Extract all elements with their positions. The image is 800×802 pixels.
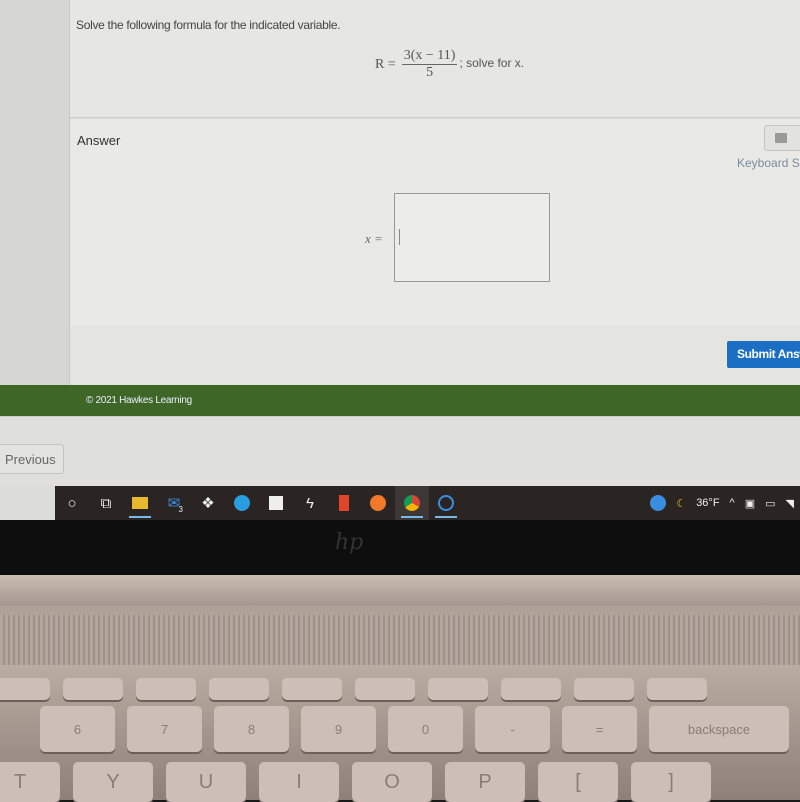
key[interactable]: ] — [631, 762, 711, 802]
mail-icon[interactable]: ✉ 3 — [157, 486, 191, 520]
formula-lhs: R = — [375, 56, 396, 72]
function-key[interactable] — [428, 678, 488, 700]
screen: Solve the following formula for the indi… — [0, 0, 800, 520]
key[interactable]: 0 — [388, 706, 463, 752]
network-icon[interactable]: ▣ — [745, 497, 755, 510]
cortana-icon[interactable]: ○ — [55, 486, 89, 520]
question-instruction: Solve the following formula for the indi… — [76, 18, 341, 32]
mute-icon[interactable]: ◥ — [786, 497, 794, 510]
task-view-icon[interactable]: ⧉ — [89, 486, 123, 520]
function-key[interactable] — [574, 678, 634, 700]
function-key[interactable] — [63, 678, 123, 700]
key[interactable]: U — [166, 762, 246, 802]
bolt-icon[interactable]: ϟ — [293, 486, 327, 520]
submit-strip — [70, 325, 800, 385]
help-icon[interactable] — [650, 495, 667, 511]
system-tray: ☾ 36°F ^ ▣ ▭ ◥ — [650, 495, 800, 511]
taskbar: ○ ⧉ ✉ 3 ❖ ϟ ☾ 36°F ^ ▣ ▭ ◥ — [55, 486, 800, 520]
variable-label: x = — [365, 231, 383, 246]
key[interactable]: P — [445, 762, 525, 802]
firefox-icon[interactable] — [361, 486, 395, 520]
function-key[interactable] — [355, 678, 415, 700]
answer-input[interactable] — [394, 193, 550, 282]
chrome-icon[interactable] — [395, 486, 429, 520]
key[interactable]: I — [259, 762, 339, 802]
key[interactable]: 6 — [40, 706, 115, 752]
function-key[interactable] — [647, 678, 707, 700]
key[interactable]: - — [475, 706, 550, 752]
previous-button[interactable]: Previous — [0, 444, 64, 474]
formula-suffix: ; solve for x. — [459, 55, 525, 70]
key[interactable]: 9 — [301, 706, 376, 752]
hp-logo: hp — [335, 530, 364, 555]
app-icon[interactable] — [429, 486, 463, 520]
file-explorer-icon[interactable] — [123, 486, 157, 520]
function-key[interactable] — [0, 678, 50, 700]
weather-moon-icon[interactable]: ☾ — [676, 497, 686, 510]
key[interactable]: [ — [538, 762, 618, 802]
mail-badge: 3 — [176, 505, 185, 514]
key[interactable]: 7 — [127, 706, 202, 752]
numerator: 3(x − 11) — [401, 48, 458, 65]
laptop-bezel — [0, 520, 800, 575]
laptop-hinge — [0, 575, 800, 605]
copyright: © 2021 Hawkes Learning — [86, 395, 192, 406]
chevron-up-icon[interactable]: ^ — [730, 497, 735, 509]
denominator: 5 — [426, 65, 434, 80]
office-icon[interactable] — [327, 486, 361, 520]
fraction: 3(x − 11) 5 — [401, 48, 458, 81]
function-key[interactable] — [209, 678, 269, 700]
formula: R = 3(x − 11) 5 ; solve for x. — [375, 48, 524, 81]
left-gutter — [0, 0, 70, 385]
answer-panel: Answer Keyboard S x = — [70, 119, 800, 325]
speaker-grille — [0, 615, 800, 665]
temperature[interactable]: 36°F — [696, 497, 719, 509]
question-panel: Solve the following formula for the indi… — [70, 0, 800, 118]
dropbox-icon[interactable]: ❖ — [191, 486, 225, 520]
key[interactable]: 8 — [214, 706, 289, 752]
key[interactable]: O — [352, 762, 432, 802]
key[interactable]: = — [562, 706, 637, 752]
submit-answer-button[interactable]: Submit Answer — [727, 341, 800, 368]
key[interactable]: backspace — [649, 706, 789, 752]
battery-icon[interactable]: ▭ — [765, 497, 775, 510]
keyboard-icon — [775, 133, 787, 143]
function-key[interactable] — [501, 678, 561, 700]
key[interactable]: Y — [73, 762, 153, 802]
footer-bar: © 2021 Hawkes Learning — [0, 385, 800, 416]
keyboard-button[interactable] — [764, 125, 800, 151]
lower-area: Previous — [0, 416, 800, 486]
keyboard-shortcuts-link[interactable]: Keyboard S — [737, 156, 800, 170]
function-key[interactable] — [136, 678, 196, 700]
text-cursor — [399, 229, 400, 245]
key[interactable]: T — [0, 762, 60, 802]
function-key[interactable] — [282, 678, 342, 700]
edge-icon[interactable] — [225, 486, 259, 520]
store-icon[interactable] — [259, 486, 293, 520]
answer-label: Answer — [77, 133, 121, 148]
